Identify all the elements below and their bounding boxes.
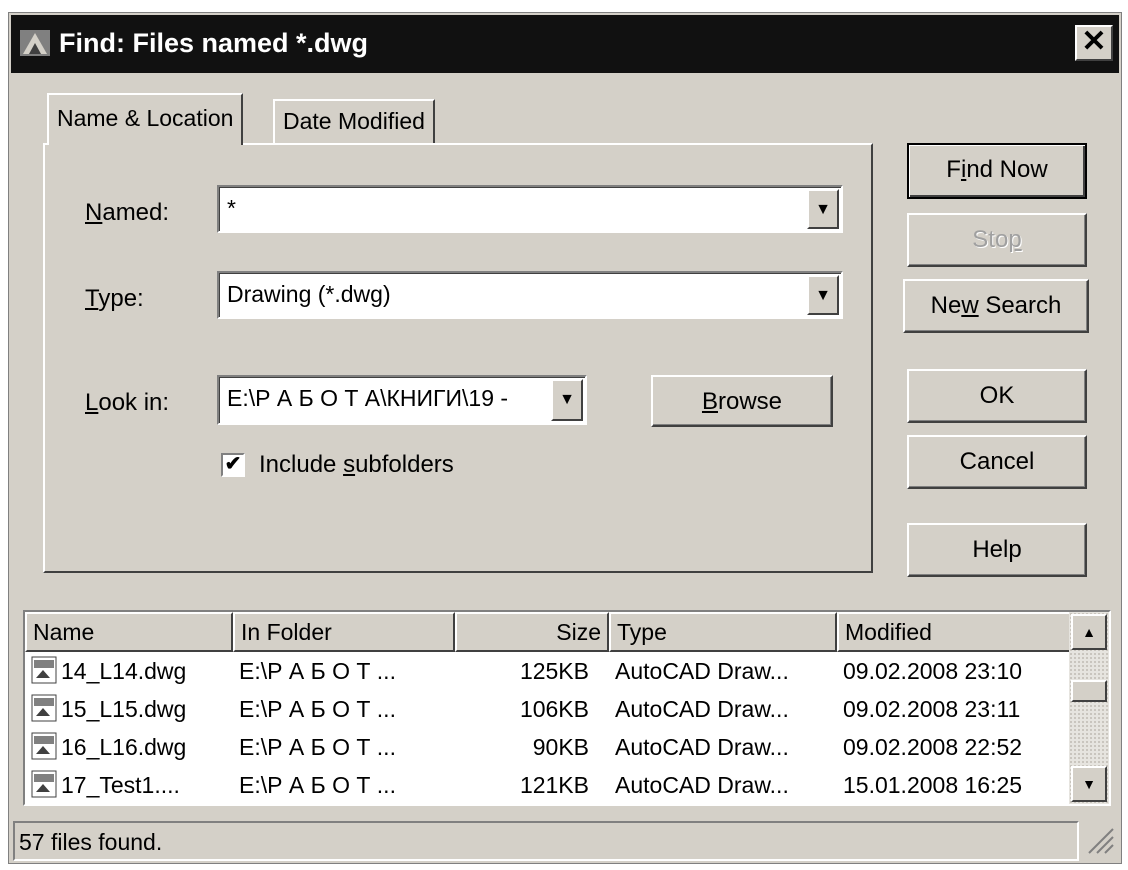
dwg-file-icon [31, 732, 57, 760]
tab-label: Name & Location [57, 105, 234, 131]
tab-name-location[interactable]: Name & Location [47, 93, 244, 145]
column-header-type[interactable]: Type [609, 612, 837, 652]
scrollbar-thumb[interactable] [1071, 680, 1107, 702]
autocad-app-icon [20, 30, 50, 56]
file-folder: E:\Р А Б О Т ... [239, 658, 396, 684]
file-name: 14_L14.dwg [61, 658, 187, 684]
help-button[interactable]: Help [907, 523, 1087, 577]
file-folder: E:\Р А Б О Т ... [239, 734, 396, 760]
file-size: 106KB [519, 696, 589, 722]
vertical-scrollbar[interactable]: ▲ ▼ [1069, 612, 1109, 804]
table-row[interactable]: 17_Test1.... E:\Р А Б О Т ... 121KB Auto… [25, 768, 1065, 804]
column-header-modified[interactable]: Modified [837, 612, 1071, 652]
file-modified: 15.01.2008 16:25 [843, 772, 1023, 798]
file-modified: 09.02.2008 23:11 [843, 696, 1021, 722]
file-size: 90KB [532, 734, 589, 760]
status-text: 57 files found. [19, 829, 163, 855]
look-in-combo[interactable]: E:\Р А Б О Т А\КНИГИ\19 - ▼ [217, 375, 587, 425]
file-name: 16_L16.dwg [61, 734, 187, 760]
named-label: Named: [85, 199, 170, 226]
chevron-down-icon[interactable]: ▼ [807, 275, 839, 315]
cancel-button[interactable]: Cancel [907, 435, 1087, 489]
chevron-down-icon[interactable]: ▼ [807, 189, 839, 229]
look-in-value: E:\Р А Б О Т А\КНИГИ\19 - [227, 385, 509, 411]
file-type: AutoCAD Draw... [615, 696, 789, 722]
file-size: 125KB [519, 658, 589, 684]
window-title: Find: Files named *.dwg [59, 28, 369, 58]
dwg-file-icon [31, 656, 57, 684]
stop-button[interactable]: Stop [907, 213, 1087, 267]
tab-date-modified[interactable]: Date Modified [273, 99, 435, 143]
browse-button[interactable]: Browse [651, 375, 833, 427]
include-subfolders-label[interactable]: Include subfolders [259, 451, 454, 479]
file-size: 121KB [519, 772, 589, 798]
named-input[interactable]: * [227, 195, 236, 222]
file-modified: 09.02.2008 23:10 [843, 658, 1023, 684]
dwg-file-icon [31, 694, 57, 722]
type-value: Drawing (*.dwg) [227, 281, 391, 307]
file-folder: E:\Р А Б О Т ... [239, 696, 396, 722]
chevron-down-icon[interactable]: ▼ [551, 379, 583, 421]
title-bar[interactable]: Find: Files named *.dwg ✕ [11, 15, 1119, 73]
file-type: AutoCAD Draw... [615, 772, 789, 798]
table-row[interactable]: 14_L14.dwg E:\Р А Б О Т ... 125KB AutoCA… [25, 654, 1065, 690]
column-header-size[interactable]: Size [455, 612, 609, 652]
new-search-button[interactable]: New Search [903, 279, 1089, 333]
file-name: 15_L15.dwg [61, 696, 187, 722]
type-combo[interactable]: Drawing (*.dwg) ▼ [217, 271, 843, 319]
column-header-name[interactable]: Name [25, 612, 233, 652]
table-row[interactable]: 16_L16.dwg E:\Р А Б О Т ... 90KB AutoCAD… [25, 730, 1065, 766]
file-type: AutoCAD Draw... [615, 658, 789, 684]
type-label: Type: [85, 285, 144, 312]
scroll-down-icon[interactable]: ▼ [1071, 766, 1107, 802]
tab-panel-name-location: Named: * ▼ Type: Drawing (*.dwg) ▼ Look … [43, 143, 873, 573]
find-now-button[interactable]: Find Now [907, 143, 1087, 199]
named-combo[interactable]: * ▼ [217, 185, 843, 233]
file-modified: 09.02.2008 22:52 [843, 734, 1023, 760]
resize-grip-icon[interactable] [1083, 823, 1115, 855]
scroll-up-icon[interactable]: ▲ [1071, 614, 1107, 650]
tab-label: Date Modified [283, 108, 425, 134]
file-type: AutoCAD Draw... [615, 734, 789, 760]
dwg-file-icon [31, 770, 57, 798]
file-folder: E:\Р А Б О Т ... [239, 772, 396, 798]
table-row[interactable]: 15_L15.dwg E:\Р А Б О Т ... 106KB AutoCA… [25, 692, 1065, 728]
ok-button[interactable]: OK [907, 369, 1087, 423]
find-dialog: Find: Files named *.dwg ✕ Name & Locatio… [8, 12, 1122, 864]
close-icon[interactable]: ✕ [1075, 25, 1113, 61]
column-header-folder[interactable]: In Folder [233, 612, 455, 652]
results-list[interactable]: Name In Folder Size Type Modified 14_L14… [23, 610, 1111, 806]
look-in-label: Look in: [85, 389, 170, 416]
include-subfolders-checkbox[interactable]: ✔ [221, 453, 245, 477]
status-bar: 57 files found. [13, 821, 1079, 861]
file-name: 17_Test1.... [61, 772, 180, 798]
